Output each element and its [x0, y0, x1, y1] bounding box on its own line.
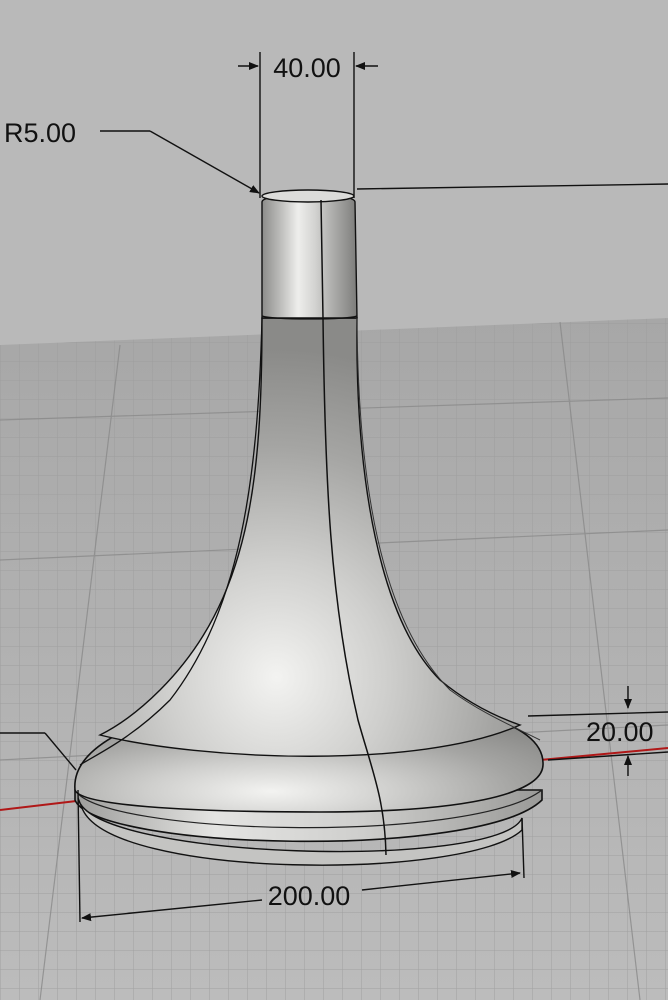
stem-top-cap: [261, 189, 355, 203]
dimension-label-base-diameter: 200.00: [268, 881, 351, 911]
dimension-label-fillet-radius: R5.00: [4, 118, 76, 148]
stem-cylinder: [261, 193, 358, 319]
dimension-label-base-height: 20.00: [586, 717, 654, 747]
dimension-label-top-diameter: 40.00: [273, 53, 341, 83]
rhino-3d-viewport[interactable]: 40.00 R5.00 20.00 200.00: [0, 0, 668, 1000]
